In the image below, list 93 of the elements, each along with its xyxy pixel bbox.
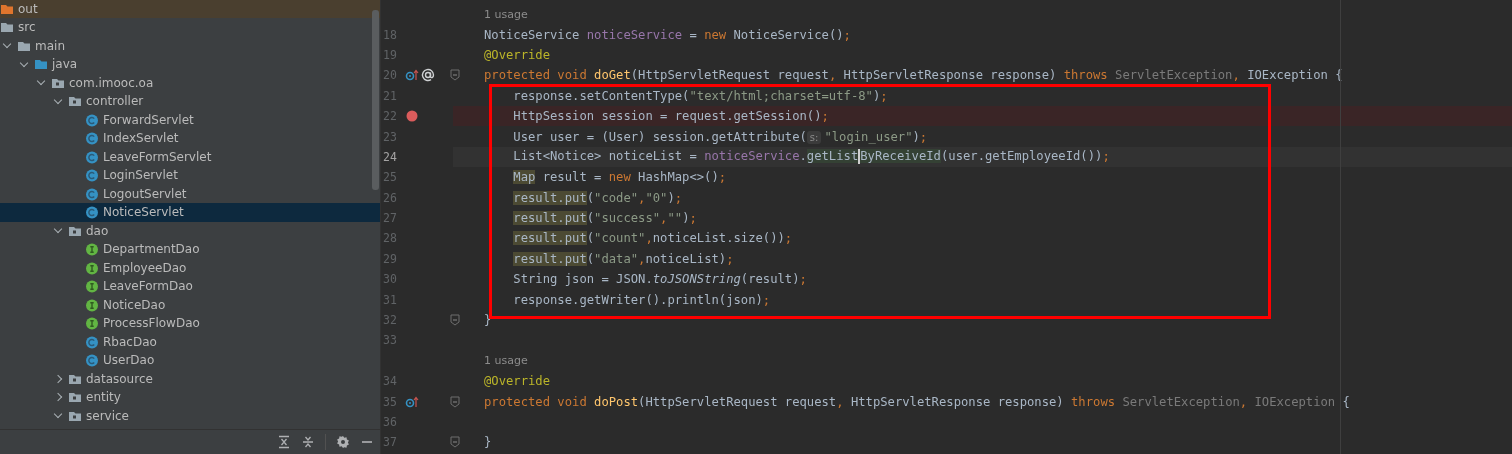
- scrollbar[interactable]: [372, 10, 379, 190]
- override-icon[interactable]: [405, 394, 419, 409]
- tree-item[interactable]: main: [34, 38, 66, 53]
- code-line: protected void doPost(HttpServletRequest request, HttpServletResponse response) throws ServletException, IOException {: [484, 394, 1350, 409]
- fold-icon[interactable]: [450, 314, 460, 327]
- line-number: 33: [382, 333, 395, 348]
- line-number: 25: [382, 170, 395, 185]
- annotation-icon[interactable]: [421, 68, 435, 83]
- interface-icon: [85, 316, 99, 331]
- line-number: 26: [382, 190, 395, 205]
- settings-icon[interactable]: [336, 435, 350, 449]
- code-line: }: [484, 435, 492, 450]
- line-number: 19: [382, 47, 395, 62]
- tree-item[interactable]: LeaveFormDao: [102, 279, 194, 294]
- code-line: result.put("code","0");: [512, 190, 683, 205]
- tree-item[interactable]: LoginServlet: [102, 168, 179, 183]
- line-number: 23: [382, 129, 395, 144]
- code-line: @Override: [484, 374, 551, 389]
- line-number: 31: [382, 292, 395, 307]
- package-icon: [68, 94, 82, 109]
- class-icon: [85, 205, 99, 220]
- folder-icon: [34, 57, 48, 72]
- line-number: 32: [382, 313, 395, 328]
- line-number: 34: [382, 374, 395, 389]
- tree-item[interactable]: dao: [85, 223, 110, 238]
- usage-hint[interactable]: 1 usage: [484, 354, 528, 368]
- tree-item[interactable]: out: [17, 2, 39, 16]
- class-icon: [85, 149, 99, 164]
- tree-item[interactable]: java: [51, 57, 79, 72]
- line-number: 28: [382, 231, 395, 246]
- code-line: List<Notice> noticeList = noticeService.getList ByReceiveId(user.getEmployeeId());: [512, 149, 1110, 165]
- line-number: 24: [382, 149, 395, 164]
- folder-icon: [0, 2, 14, 16]
- code-line: result.put("data",noticeList);: [512, 251, 734, 266]
- collapse-all-icon[interactable]: [301, 435, 315, 449]
- tree-item[interactable]: ForwardServlet: [102, 112, 195, 127]
- tree-item[interactable]: service: [85, 408, 130, 423]
- code-line: @Override: [484, 47, 551, 62]
- tree-item[interactable]: entity: [85, 390, 122, 405]
- code-line: User user = (User) session.getAttribute( s: "login_user");: [512, 129, 928, 144]
- usage-hint[interactable]: 1 usage: [484, 7, 528, 21]
- tree-item[interactable]: NoticeServlet: [102, 205, 185, 220]
- code-line: Map result = new HashMap<>();: [512, 170, 727, 185]
- line-number: 20: [382, 68, 395, 83]
- code-line: response.getWriter().println(json);: [512, 292, 771, 307]
- code-line: NoticeService noticeService = new NoticeService();: [484, 27, 851, 42]
- tree-item[interactable]: com.imooc.oa: [68, 75, 155, 90]
- tree-item[interactable]: UserDao: [102, 353, 156, 368]
- interface-icon: [85, 297, 99, 312]
- class-icon: [85, 186, 99, 201]
- tree-item[interactable]: datasource: [85, 371, 154, 386]
- line-number: 22: [382, 109, 395, 124]
- package-icon: [68, 390, 82, 405]
- code-line: String json = JSON.toJSONString(result);: [512, 272, 807, 287]
- tree-item[interactable]: src: [17, 20, 37, 35]
- tree-item[interactable]: DepartmentDao: [102, 242, 201, 257]
- class-icon: [85, 112, 99, 127]
- class-icon: [85, 168, 99, 183]
- code-line: result.put("count",noticeList.size());: [512, 231, 793, 246]
- tree-item[interactable]: NoticeDao: [102, 297, 167, 312]
- fold-icon[interactable]: [450, 436, 460, 449]
- fold-icon[interactable]: [450, 69, 460, 82]
- folder-icon: [0, 20, 14, 35]
- tree-item[interactable]: RbacDao: [102, 334, 158, 349]
- interface-icon: [85, 242, 99, 257]
- interface-icon: [85, 279, 99, 294]
- tree-item[interactable]: IndexServlet: [102, 131, 180, 146]
- line-number: 27: [382, 211, 395, 226]
- tree-item[interactable]: ProcessFlowDao: [102, 316, 201, 331]
- line-number: 37: [382, 435, 395, 450]
- tree-item[interactable]: EmployeeDao: [102, 260, 188, 275]
- line-number: 35: [382, 394, 395, 409]
- override-icon[interactable]: [405, 68, 419, 83]
- class-icon: [85, 334, 99, 349]
- line-number: 29: [382, 251, 395, 266]
- code-line: HttpSession session = request.getSession();: [512, 109, 829, 124]
- breakpoint-icon[interactable]: [405, 109, 419, 124]
- expand-all-icon[interactable]: [277, 435, 291, 449]
- tree-item[interactable]: LeaveFormServlet: [102, 149, 213, 164]
- code-line: response.setContentType("text/html;charset=utf-8");: [512, 88, 888, 103]
- interface-icon: [85, 260, 99, 275]
- line-number: 30: [382, 272, 395, 287]
- fold-icon[interactable]: [450, 395, 460, 408]
- code-line: result.put("success","");: [512, 211, 697, 226]
- line-number: 18: [382, 27, 395, 42]
- tree-item[interactable]: controller: [85, 94, 145, 109]
- code-line: }: [484, 313, 492, 328]
- class-icon: [85, 131, 99, 146]
- line-number: 21: [382, 88, 395, 103]
- parameter-hint: s:: [806, 130, 822, 144]
- class-icon: [85, 353, 99, 368]
- line-number: 36: [382, 415, 395, 429]
- tree-item[interactable]: LogoutServlet: [102, 186, 188, 201]
